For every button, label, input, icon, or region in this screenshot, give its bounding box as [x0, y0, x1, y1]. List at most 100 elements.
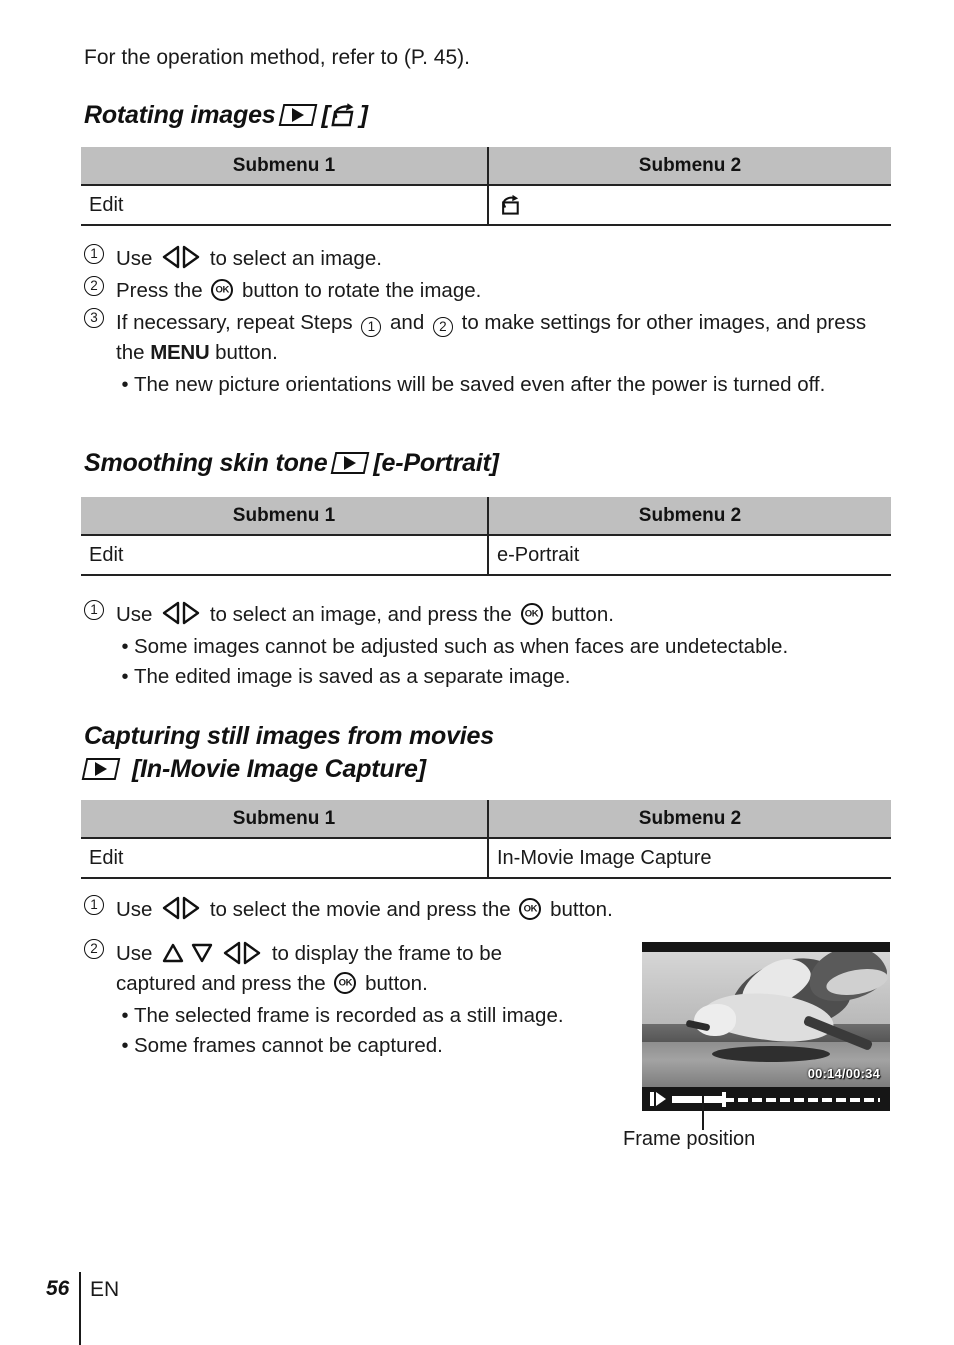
rotate-icon [497, 193, 523, 217]
bullet-dot: • [121, 666, 129, 688]
bullet-list: • The selected frame is recorded as a st… [116, 1001, 584, 1061]
ok-button-icon: OK [211, 279, 234, 301]
column-header-submenu1: Submenu 1 [81, 800, 489, 838]
ok-label: OK [215, 284, 230, 296]
seek-remaining [724, 1097, 880, 1102]
steps-eportrait: 1 Use to select an image, and press the … [84, 600, 894, 694]
rotate-icon [330, 101, 360, 129]
step-text: If necessary, repeat Steps 1 and 2 to ma… [116, 308, 884, 400]
bullet-dot: • [121, 1035, 129, 1057]
section-heading-text: Rotating images [84, 101, 276, 129]
step-text-post: to select an image. [204, 247, 382, 270]
step-text-tail: button. [359, 972, 428, 995]
table-row: Edit In-Movie Image Capture [81, 837, 891, 879]
step-text-mid: to select an image, and press the [204, 603, 518, 626]
footer-divider [79, 1272, 81, 1345]
bullet-item: • Some frames cannot be captured. [116, 1031, 584, 1061]
bullet-text: The selected frame is recorded as a stil… [134, 1004, 564, 1027]
ok-button-icon: OK [519, 898, 542, 920]
step-text: Press the OK button to rotate the image. [116, 276, 884, 306]
left-right-arrows-icon [162, 896, 200, 920]
table-header-row: Submenu 1 Submenu 2 [81, 147, 891, 185]
bullet-list: • The new picture orientations will be s… [116, 370, 884, 400]
cell-submenu1: Edit [81, 184, 489, 226]
step-text-pre: Use [116, 603, 159, 626]
step-item: 1 Use to select an image, and press the … [84, 600, 894, 692]
step-text-pre: Press the [116, 279, 209, 302]
lcd-timecode: 00:14/00:34 [807, 1066, 880, 1081]
step-item: 1 Use to select an image. [84, 244, 884, 274]
section-heading-suffix: [e-Portrait] [373, 449, 499, 477]
step-number: 1 [84, 895, 104, 915]
bullet-text: Some frames cannot be captured. [134, 1034, 443, 1057]
step-item: 1 Use to select the movie and press the … [84, 895, 884, 925]
step-text-tail: button. [209, 341, 278, 364]
section-heading-in-movie-capture-line1: Capturing still images from movies [84, 720, 494, 752]
section-heading-text: Capturing still images from movies [84, 722, 494, 750]
bracket-close: ] [359, 101, 368, 129]
step-item: 2 Use to display the frame to be capture… [84, 939, 584, 1061]
bullet-text: The new picture orientations will be sav… [134, 373, 826, 396]
step-text: Use to display the frame to be captured … [116, 939, 584, 1061]
column-header-submenu2: Submenu 2 [488, 147, 891, 185]
submenu-table-rotating: Submenu 1 Submenu 2 Edit [81, 147, 891, 226]
column-header-submenu2: Submenu 2 [488, 800, 891, 838]
menu-button-label: MENU [150, 341, 210, 364]
bullet-item: • Some images cannot be adjusted such as… [116, 632, 894, 662]
step-text: Use to select an image. [116, 244, 884, 274]
frame-position-caption: Frame position [623, 1128, 756, 1150]
manual-page: For the operation method, refer to (P. 4… [0, 0, 954, 1345]
playback-icon [81, 758, 121, 780]
column-header-submenu1: Submenu 1 [81, 147, 489, 185]
bullet-list: • Some images cannot be adjusted such as… [116, 632, 894, 692]
cell-submenu2: In-Movie Image Capture [488, 837, 891, 879]
playback-icon [279, 104, 318, 126]
step-text-pre: Use [116, 247, 159, 270]
steps-rotating-images: 1 Use to select an image. 2 Press the OK… [84, 244, 884, 402]
table-row: Edit [81, 184, 891, 226]
section-heading-rotating-images: Rotating images [ ] [84, 99, 368, 131]
step-text-post: button to rotate the image. [236, 279, 482, 302]
lcd-preview: 00:14/00:34 [642, 942, 890, 1111]
bullet-text: Some images cannot be adjusted such as w… [134, 635, 789, 658]
frame-position-pointer [702, 1096, 704, 1130]
step-item: 3 If necessary, repeat Steps 1 and 2 to … [84, 308, 884, 400]
section-heading-text: Smoothing skin tone [84, 449, 328, 477]
bullet-dot: • [121, 636, 129, 658]
intro-text: For the operation method, refer to (P. 4… [84, 46, 470, 69]
ok-button-icon: OK [520, 603, 543, 625]
page-number: 56 [46, 1277, 70, 1300]
bullet-item: • The selected frame is recorded as a st… [116, 1001, 584, 1031]
step-item: 2 Press the OK button to rotate the imag… [84, 276, 884, 306]
table-header-row: Submenu 1 Submenu 2 [81, 497, 891, 535]
step-number: 2 [84, 939, 104, 959]
steps-in-movie-capture-1: 1 Use to select the movie and press the … [84, 895, 884, 927]
bracket-open: [ [321, 101, 330, 129]
scene-bird-front-head [694, 1004, 736, 1036]
playback-icon [331, 452, 370, 474]
bullet-dot: • [121, 1005, 129, 1027]
ok-button-icon: OK [334, 972, 357, 994]
lcd-top-letterbox [642, 942, 890, 952]
page-language: EN [90, 1278, 120, 1301]
step-text-pre: Use [116, 942, 159, 965]
ok-label: OK [524, 608, 539, 620]
seek-filled [672, 1095, 724, 1103]
step-reference-1: 1 [361, 317, 382, 337]
bullet-item: • The new picture orientations will be s… [116, 370, 884, 400]
step-text-tail: button. [544, 898, 613, 921]
left-right-arrows-icon [162, 601, 200, 625]
ok-label: OK [523, 903, 538, 915]
directional-arrows-icon [162, 941, 261, 965]
ok-label: OK [338, 977, 353, 989]
left-right-arrows-icon [162, 245, 200, 269]
cell-submenu2: e-Portrait [488, 534, 891, 576]
pause-play-icon[interactable] [650, 1092, 666, 1106]
lcd-seekbar[interactable] [642, 1087, 890, 1111]
steps-in-movie-capture-2: 2 Use to display the frame to be capture… [84, 939, 584, 1063]
table-header-row: Submenu 1 Submenu 2 [81, 800, 891, 838]
step-text-mid: to select the movie and press the [204, 898, 517, 921]
scene-rock [712, 1046, 830, 1062]
step-number: 3 [84, 308, 104, 328]
frame-position-marker [722, 1091, 726, 1107]
